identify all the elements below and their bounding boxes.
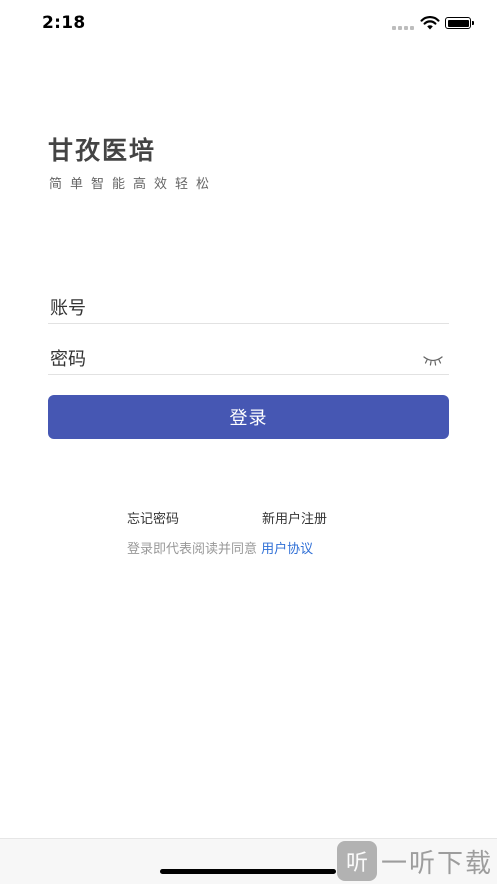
app-title: 甘孜医培: [48, 136, 157, 165]
login-button[interactable]: 登录: [48, 395, 449, 439]
agreement-prefix: 登录即代表阅读并同意: [127, 542, 262, 557]
status-time: 2:18: [42, 13, 86, 33]
forgot-password-link[interactable]: 忘记密码: [127, 508, 179, 527]
status-bar: 2:18: [0, 0, 497, 48]
password-field: [48, 344, 449, 375]
app-slogan: 简单智能高效轻松: [49, 177, 218, 192]
watermark-text: 一听下载: [381, 848, 494, 879]
password-input[interactable]: [50, 344, 410, 374]
account-input[interactable]: [50, 293, 410, 323]
wifi-icon: [420, 16, 440, 30]
watermark-logo: 听: [337, 841, 377, 881]
account-field: [48, 293, 449, 324]
battery-full-icon: [445, 17, 471, 29]
watermark: 听 一听下载: [337, 839, 493, 883]
register-link[interactable]: 新用户注册: [262, 508, 327, 527]
home-indicator[interactable]: [160, 869, 336, 874]
battery-cap: [472, 21, 474, 25]
agreement-text: 登录即代表阅读并同意 用户协议: [127, 538, 313, 557]
cellular-signal-icon: [392, 26, 416, 30]
eye-closed-icon[interactable]: [423, 354, 443, 366]
user-agreement-link[interactable]: 用户协议: [261, 542, 313, 557]
